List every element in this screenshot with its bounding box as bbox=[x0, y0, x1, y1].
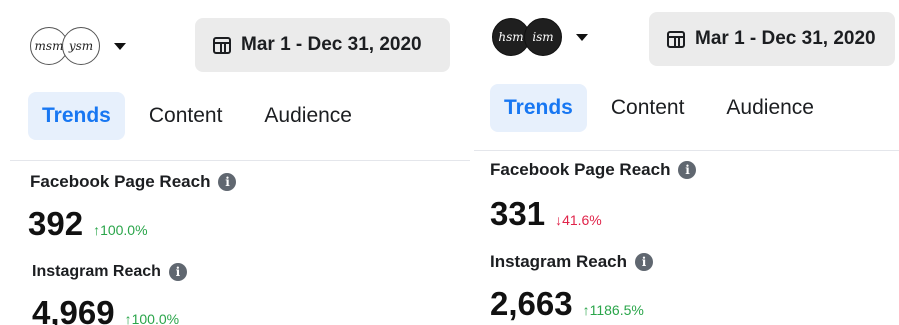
instagram-reach-label: Instagram Reach bbox=[490, 252, 627, 271]
right-insights-panel: hsm ism Mar 1 - Dec 31, 2020 Trends Cont… bbox=[474, 0, 899, 325]
instagram-reach-change: ↑100.0% bbox=[124, 311, 180, 325]
left-insights-panel: msm ysm Mar 1 - Dec 31, 2020 Trends Cont… bbox=[0, 0, 470, 325]
info-icon[interactable]: i bbox=[218, 173, 237, 191]
facebook-reach-value: 331 bbox=[490, 195, 546, 232]
date-range-label: Mar 1 - Dec 31, 2020 bbox=[241, 34, 422, 55]
info-icon[interactable]: i bbox=[635, 253, 653, 271]
calendar-icon bbox=[213, 36, 231, 54]
tab-content[interactable]: Content bbox=[135, 92, 237, 140]
facebook-reach-value: 392 bbox=[28, 205, 84, 242]
account-switcher[interactable]: hsm ism bbox=[492, 18, 588, 56]
tab-audience[interactable]: Audience bbox=[250, 92, 366, 140]
instagram-reach-value: 2,663 bbox=[490, 285, 573, 322]
instagram-reach-label: Instagram Reach bbox=[32, 263, 161, 280]
facebook-reach-metric: 331 ↓41.6% bbox=[490, 195, 602, 233]
facebook-reach-metric: 392 ↑100.0% bbox=[28, 205, 148, 243]
tab-trends[interactable]: Trends bbox=[490, 84, 587, 132]
info-icon[interactable]: i bbox=[168, 263, 187, 281]
info-icon[interactable]: i bbox=[678, 161, 697, 179]
tab-bar: Trends Content Audience bbox=[490, 84, 828, 132]
facebook-reach-change: ↓41.6% bbox=[555, 212, 602, 228]
date-range-label: Mar 1 - Dec 31, 2020 bbox=[695, 28, 876, 49]
tab-audience[interactable]: Audience bbox=[712, 84, 828, 132]
facebook-reach-change: ↑100.0% bbox=[93, 222, 148, 238]
divider bbox=[474, 150, 899, 151]
instagram-avatar: ysm bbox=[62, 27, 100, 65]
tab-trends[interactable]: Trends bbox=[28, 92, 125, 140]
instagram-avatar: ism bbox=[524, 18, 562, 56]
instagram-reach-change: ↑1186.5% bbox=[582, 302, 644, 318]
divider bbox=[10, 160, 470, 161]
instagram-reach-metric: 4,969 ↑100.0% bbox=[32, 294, 179, 325]
account-switcher[interactable]: msm ysm bbox=[30, 27, 126, 65]
facebook-reach-title: Facebook Page Reach i bbox=[490, 160, 697, 180]
instagram-reach-title: Instagram Reach i bbox=[32, 263, 187, 281]
facebook-reach-label: Facebook Page Reach bbox=[30, 172, 211, 191]
instagram-reach-metric: 2,663 ↑1186.5% bbox=[490, 285, 644, 323]
tab-content[interactable]: Content bbox=[597, 84, 699, 132]
date-range-button[interactable]: Mar 1 - Dec 31, 2020 bbox=[649, 12, 895, 66]
chevron-down-icon bbox=[114, 42, 126, 50]
instagram-reach-value: 4,969 bbox=[32, 294, 115, 325]
facebook-reach-label: Facebook Page Reach bbox=[490, 160, 671, 179]
tab-bar: Trends Content Audience bbox=[28, 92, 366, 140]
date-range-button[interactable]: Mar 1 - Dec 31, 2020 bbox=[195, 18, 450, 72]
calendar-icon bbox=[667, 30, 685, 48]
facebook-reach-title: Facebook Page Reach i bbox=[30, 172, 237, 192]
instagram-reach-title: Instagram Reach i bbox=[490, 252, 653, 272]
chevron-down-icon bbox=[576, 33, 588, 41]
